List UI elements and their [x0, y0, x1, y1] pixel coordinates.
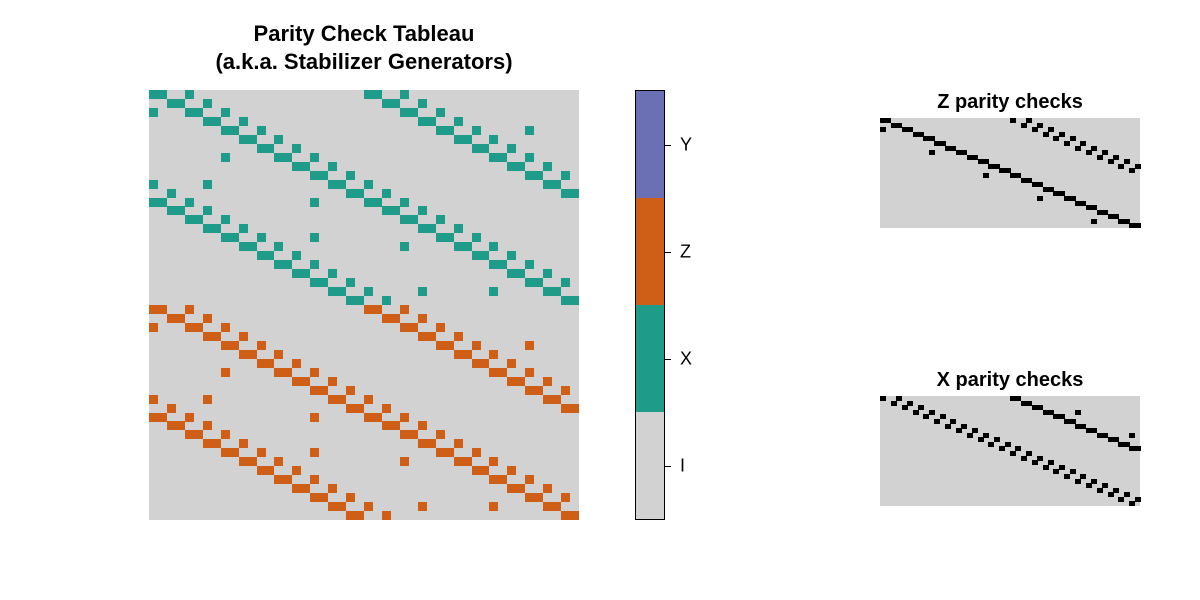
colorbar-label-i: I [680, 455, 685, 476]
colorbar-label-z: Z [680, 241, 691, 262]
colorbar: Y Z X I [635, 90, 665, 520]
x-checks-heatmap [880, 396, 1140, 506]
colorbar-label-x: X [680, 348, 692, 369]
colorbar-segment-z [636, 198, 664, 305]
colorbar-segment-y [636, 91, 664, 198]
x-checks-title: X parity checks [880, 368, 1140, 393]
z-checks-title: Z parity checks [880, 90, 1140, 115]
colorbar-label-y: Y [680, 134, 692, 155]
z-checks-heatmap [880, 118, 1140, 228]
chart-title: Parity Check Tableau (a.k.a. Stabilizer … [149, 20, 579, 75]
title-line-2: (a.k.a. Stabilizer Generators) [215, 49, 512, 74]
title-line-1: Parity Check Tableau [254, 21, 475, 46]
main-heatmap [149, 90, 579, 520]
colorbar-segment-i [636, 412, 664, 519]
colorbar-segment-x [636, 305, 664, 412]
